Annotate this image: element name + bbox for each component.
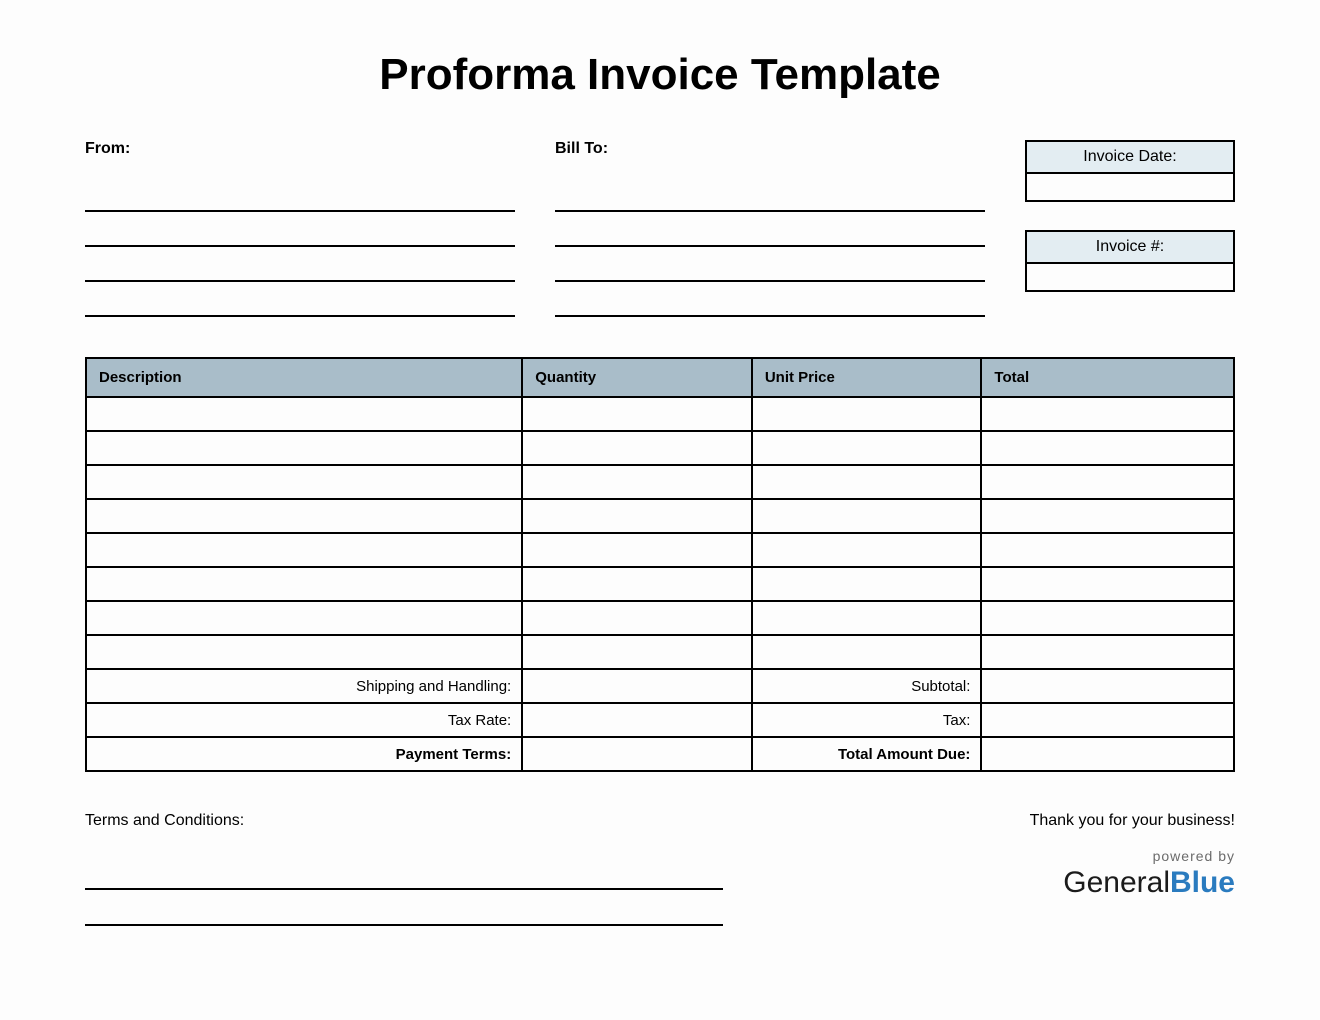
subtotal-value[interactable] xyxy=(981,669,1234,703)
table-row xyxy=(86,601,1234,635)
cell-quantity[interactable] xyxy=(522,499,752,533)
header-unit-price: Unit Price xyxy=(752,358,982,397)
cell-unit_price[interactable] xyxy=(752,465,982,499)
cell-total[interactable] xyxy=(981,499,1234,533)
brand-logo: GeneralBlue xyxy=(763,866,1235,900)
brand-blue: Blue xyxy=(1170,866,1235,899)
invoice-meta: Invoice Date: Invoice #: xyxy=(1025,140,1235,322)
cell-description[interactable] xyxy=(86,397,522,431)
from-line[interactable] xyxy=(85,217,515,247)
thanks-block: Thank you for your business! powered by … xyxy=(763,812,1235,930)
taxrate-label: Tax Rate: xyxy=(86,703,522,737)
invoice-number-box: Invoice #: xyxy=(1025,230,1235,292)
table-row xyxy=(86,397,1234,431)
cell-description[interactable] xyxy=(86,601,522,635)
invoice-date-label: Invoice Date: xyxy=(1027,142,1233,174)
cell-description[interactable] xyxy=(86,499,522,533)
bill-to-line[interactable] xyxy=(555,287,985,317)
cell-description[interactable] xyxy=(86,533,522,567)
table-header-row: Description Quantity Unit Price Total xyxy=(86,358,1234,397)
subtotal-label: Subtotal: xyxy=(752,669,982,703)
cell-total[interactable] xyxy=(981,431,1234,465)
payment-terms-label: Payment Terms: xyxy=(86,737,522,771)
bill-to-label: Bill To: xyxy=(555,140,985,158)
cell-description[interactable] xyxy=(86,465,522,499)
from-block: From: xyxy=(85,140,515,322)
table-row xyxy=(86,431,1234,465)
cell-description[interactable] xyxy=(86,567,522,601)
cell-description[interactable] xyxy=(86,431,522,465)
bill-to-line[interactable] xyxy=(555,182,985,212)
cell-total[interactable] xyxy=(981,397,1234,431)
terms-line[interactable] xyxy=(85,894,723,926)
cell-total[interactable] xyxy=(981,635,1234,669)
summary-row: Payment Terms: Total Amount Due: xyxy=(86,737,1234,771)
cell-total[interactable] xyxy=(981,601,1234,635)
cell-unit_price[interactable] xyxy=(752,431,982,465)
table-row xyxy=(86,533,1234,567)
from-label: From: xyxy=(85,140,515,158)
cell-quantity[interactable] xyxy=(522,465,752,499)
bill-to-line[interactable] xyxy=(555,217,985,247)
total-due-label: Total Amount Due: xyxy=(752,737,982,771)
from-line[interactable] xyxy=(85,252,515,282)
cell-quantity[interactable] xyxy=(522,533,752,567)
thanks-message: Thank you for your business! xyxy=(763,812,1235,830)
cell-quantity[interactable] xyxy=(522,397,752,431)
cell-total[interactable] xyxy=(981,567,1234,601)
brand-general: General xyxy=(1063,866,1170,899)
cell-unit_price[interactable] xyxy=(752,499,982,533)
invoice-number-value[interactable] xyxy=(1027,264,1233,290)
terms-block: Terms and Conditions: xyxy=(85,812,723,930)
from-line[interactable] xyxy=(85,287,515,317)
payment-terms-value[interactable] xyxy=(522,737,752,771)
total-due-value[interactable] xyxy=(981,737,1234,771)
header-quantity: Quantity xyxy=(522,358,752,397)
header-total: Total xyxy=(981,358,1234,397)
cell-unit_price[interactable] xyxy=(752,397,982,431)
header-description: Description xyxy=(86,358,522,397)
items-table: Description Quantity Unit Price Total Sh… xyxy=(85,357,1235,772)
table-row xyxy=(86,465,1234,499)
page-title: Proforma Invoice Template xyxy=(85,50,1235,100)
cell-total[interactable] xyxy=(981,533,1234,567)
table-row xyxy=(86,499,1234,533)
tax-value[interactable] xyxy=(981,703,1234,737)
cell-quantity[interactable] xyxy=(522,567,752,601)
footer-section: Terms and Conditions: Thank you for your… xyxy=(85,812,1235,930)
powered-by-label: powered by xyxy=(763,848,1235,864)
shipping-label: Shipping and Handling: xyxy=(86,669,522,703)
header-section: From: Bill To: Invoice Date: Invoice #: xyxy=(85,140,1235,322)
bill-to-block: Bill To: xyxy=(555,140,985,322)
cell-quantity[interactable] xyxy=(522,635,752,669)
cell-description[interactable] xyxy=(86,635,522,669)
cell-unit_price[interactable] xyxy=(752,635,982,669)
cell-unit_price[interactable] xyxy=(752,601,982,635)
cell-quantity[interactable] xyxy=(522,431,752,465)
tax-label: Tax: xyxy=(752,703,982,737)
table-row xyxy=(86,567,1234,601)
shipping-value[interactable] xyxy=(522,669,752,703)
table-row xyxy=(86,635,1234,669)
summary-row: Tax Rate: Tax: xyxy=(86,703,1234,737)
cell-quantity[interactable] xyxy=(522,601,752,635)
cell-unit_price[interactable] xyxy=(752,533,982,567)
taxrate-value[interactable] xyxy=(522,703,752,737)
bill-to-line[interactable] xyxy=(555,252,985,282)
from-line[interactable] xyxy=(85,182,515,212)
cell-unit_price[interactable] xyxy=(752,567,982,601)
invoice-number-label: Invoice #: xyxy=(1027,232,1233,264)
invoice-date-value[interactable] xyxy=(1027,174,1233,200)
terms-label: Terms and Conditions: xyxy=(85,812,723,830)
invoice-date-box: Invoice Date: xyxy=(1025,140,1235,202)
terms-line[interactable] xyxy=(85,858,723,890)
summary-row: Shipping and Handling: Subtotal: xyxy=(86,669,1234,703)
cell-total[interactable] xyxy=(981,465,1234,499)
